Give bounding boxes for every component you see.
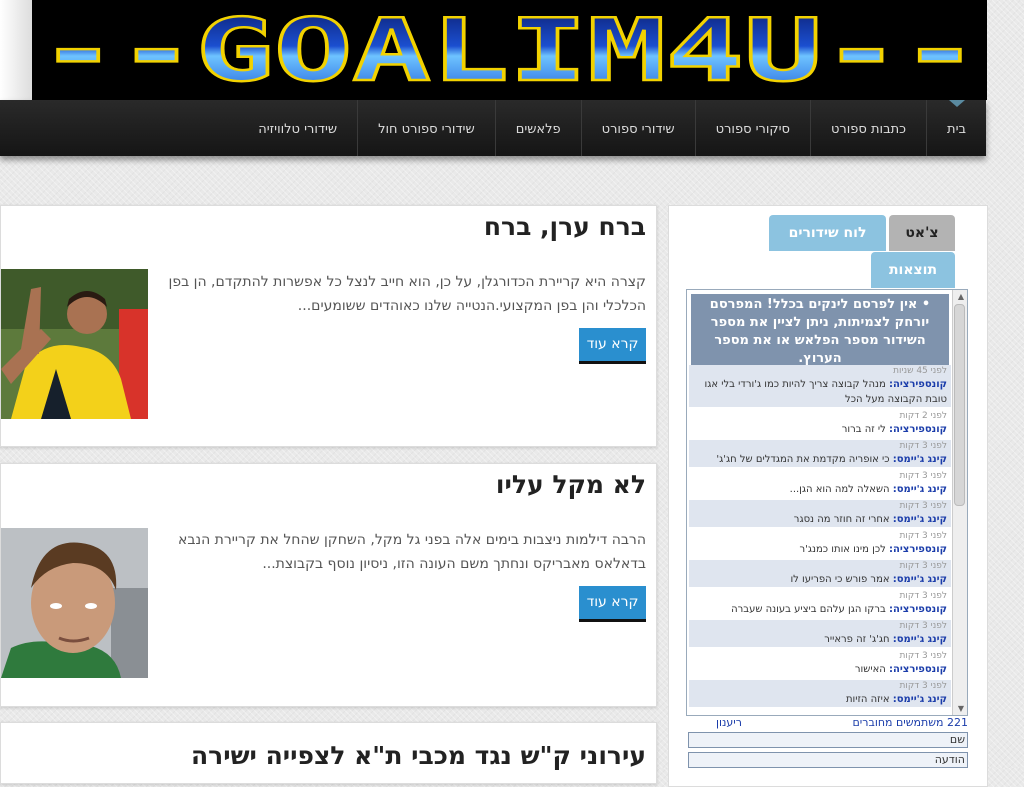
message-time: לפני 3 דקות: [899, 531, 947, 541]
message-user[interactable]: קינג ג'יימס:: [893, 454, 947, 465]
online-users-count: 221 משתמשים מחוברים: [852, 716, 969, 729]
chat-box[interactable]: • אין לפרסם לינקים בכלל! המפרסם יורחק לצ…: [686, 289, 968, 716]
chat-message: לפני 45 שניות קונספירציה: מנהל קבוצה צריך…: [689, 365, 951, 407]
nav-item-foreign-broadcasts[interactable]: שידורי ספורט חול: [357, 100, 495, 156]
player-photo-portrait: [1, 528, 148, 678]
chat-message: לפני 3 דקות קינג ג'יימס: כי אופריה מקדמת …: [689, 440, 951, 467]
message-user[interactable]: קונספירציה:: [889, 379, 947, 390]
message-user[interactable]: קינג ג'יימס:: [893, 694, 947, 705]
chat-message: לפני 3 דקות קונספירציה: ברקו הגן עלהם ביצ…: [689, 590, 951, 617]
message-time: לפני 2 דקות: [899, 411, 947, 421]
post-card: ברח ערן, ברח קצרה היא קריירת הכדורגלן, ע…: [0, 205, 657, 447]
post-thumbnail[interactable]: [1, 528, 148, 678]
chat-message: לפני 3 דקות קונספירציה: האישור: [689, 650, 951, 677]
sidebar: צ'אט לוח שידורים תוצאות • אין לפרסם לינק…: [668, 205, 988, 787]
message-user[interactable]: קינג ג'יימס:: [893, 514, 947, 525]
message-time: לפני 3 דקות: [899, 591, 947, 601]
message-user[interactable]: קינג ג'יימס:: [893, 574, 947, 585]
message-time: לפני 3 דקות: [899, 561, 947, 571]
message-text: אמר פורש כי הפריעו לו: [790, 574, 890, 585]
read-more-button[interactable]: קרא עוד: [579, 586, 646, 622]
chat-message: לפני 3 דקות קינג ג'יימס: השאלה למה הוא הג…: [689, 470, 951, 497]
nav-item-flashes[interactable]: פלאשים: [494, 100, 581, 156]
message-line: קונספירציה: האישור: [689, 662, 951, 677]
message-time: לפני 3 דקות: [899, 441, 947, 451]
chat-message: לפני 3 דקות קינג ג'יימס: אחרי זה חוזר מה …: [689, 500, 951, 527]
message-time: לפני 3 דקות: [899, 651, 947, 661]
message-line: קונספירציה: מנהל קבוצה צריך להיות כמו ג'…: [689, 377, 951, 407]
message-line: קינג ג'יימס: איזה הזיות: [689, 692, 951, 707]
message-line: קינג ג'יימס: כי אופריה מקדמת את המגדלים …: [689, 452, 951, 467]
message-text: חג'ג' זה פראייר: [824, 634, 890, 645]
post-title[interactable]: עירוני ק"ש נגד מכבי ת"א לצפייה ישירה: [191, 741, 646, 770]
tab-chat[interactable]: צ'אט: [889, 215, 955, 251]
chat-message: לפני 3 דקות קינג ג'יימס: חג'ג' זה פראייר: [689, 620, 951, 647]
message-user[interactable]: קונספירציה:: [889, 664, 947, 675]
header-edge: [0, 0, 32, 100]
message-line: קינג ג'יימס: אמר פורש כי הפריעו לו: [689, 572, 951, 587]
message-text: אחרי זה חוזר מה נסגר: [793, 514, 890, 525]
logo-text: --GOALIM4U--: [39, 1, 979, 100]
post-excerpt: קצרה היא קריירת הכדורגלן, על כן, הוא חיי…: [168, 274, 646, 314]
post-thumbnail[interactable]: [1, 269, 148, 419]
player-photo-yellow-jersey: [1, 269, 148, 419]
message-text: לכן מינו אותו כמנג'ר: [799, 544, 886, 555]
chat-scrollbar[interactable]: ▲ ▼: [952, 290, 967, 715]
message-user[interactable]: קונספירציה:: [889, 424, 947, 435]
chat-message: לפני 2 דקות קונספירציה: לי זה ברור: [689, 410, 951, 437]
message-text: ברקו הגן עלהם ביציע בעונה שעברה: [731, 604, 886, 615]
read-more-button[interactable]: קרא עוד: [579, 328, 646, 364]
nav-item-sport-broadcasts[interactable]: שידורי ספורט: [580, 100, 695, 156]
name-field[interactable]: שם: [688, 732, 968, 748]
post-excerpt: הרבה דילמות ניצבות בימים אלה בפני גל מקל…: [178, 532, 646, 572]
message-time: לפני 3 דקות: [899, 681, 947, 691]
message-time: לפני 45 שניות: [893, 366, 947, 376]
message-line: קינג ג'יימס: השאלה למה הוא הגן...: [689, 482, 951, 497]
post-card: עירוני ק"ש נגד מכבי ת"א לצפייה ישירה: [0, 722, 657, 784]
message-line: קונספירציה: לי זה ברור: [689, 422, 951, 437]
message-text: איזה הזיות: [845, 694, 890, 705]
message-time: לפני 3 דקות: [899, 471, 947, 481]
tab-schedule[interactable]: לוח שידורים: [769, 215, 886, 251]
post-card: לא מקל עליו הרבה דילמות ניצבות בימים אלה…: [0, 463, 657, 707]
scroll-thumb[interactable]: [954, 304, 965, 506]
scroll-up-arrow-icon[interactable]: ▲: [958, 292, 964, 301]
nav-item-articles[interactable]: כתבות ספורט: [810, 100, 926, 156]
nav-item-home[interactable]: בית: [926, 100, 986, 156]
site-logo[interactable]: --GOALIM4U--: [32, 0, 987, 100]
scroll-down-arrow-icon[interactable]: ▼: [958, 704, 964, 713]
chat-message: לפני 3 דקות קינג ג'יימס: איזה הזיות: [689, 680, 951, 707]
message-field[interactable]: הודעה: [688, 752, 968, 768]
message-user[interactable]: קונספירציה:: [889, 544, 947, 555]
post-title[interactable]: לא מקל עליו: [496, 470, 646, 499]
message-line: קונספירציה: לכן מינו אותו כמנג'ר: [689, 542, 951, 557]
message-user[interactable]: קינג ג'יימס:: [893, 484, 947, 495]
main-navigation: בית כתבות ספורט סיקורי ספורט שידורי ספור…: [0, 100, 986, 156]
chat-message: לפני 3 דקות קונספירציה: לכן מינו אותו כמנ…: [689, 530, 951, 557]
message-user[interactable]: קונספירציה:: [889, 604, 947, 615]
message-line: קונספירציה: ברקו הגן עלהם ביציע בעונה שע…: [689, 602, 951, 617]
chat-notice: • אין לפרסם לינקים בכלל! המפרסם יורחק לצ…: [691, 294, 949, 370]
message-text: כי אופריה מקדמת את המגדלים של חג'ג': [716, 454, 890, 465]
nav-item-coverage[interactable]: סיקורי ספורט: [694, 100, 810, 156]
message-time: לפני 3 דקות: [899, 621, 947, 631]
message-user[interactable]: קינג ג'יימס:: [893, 634, 947, 645]
logo-graphic: --GOALIM4U--: [38, 0, 981, 100]
message-line: קינג ג'יימס: אחרי זה חוזר מה נסגר: [689, 512, 951, 527]
refresh-link[interactable]: ריענון: [716, 716, 742, 729]
message-line: קינג ג'יימס: חג'ג' זה פראייר: [689, 632, 951, 647]
tab-results[interactable]: תוצאות: [871, 252, 955, 288]
message-text: האישור: [854, 664, 886, 675]
chat-message: לפני 3 דקות קינג ג'יימס: אמר פורש כי הפרי…: [689, 560, 951, 587]
message-text: השאלה למה הוא הגן...: [789, 484, 890, 495]
post-title[interactable]: ברח ערן, ברח: [484, 212, 646, 241]
message-text: לי זה ברור: [841, 424, 886, 435]
nav-item-tv-broadcasts[interactable]: שידורי טלוויזיה: [238, 100, 357, 156]
message-time: לפני 3 דקות: [899, 501, 947, 511]
